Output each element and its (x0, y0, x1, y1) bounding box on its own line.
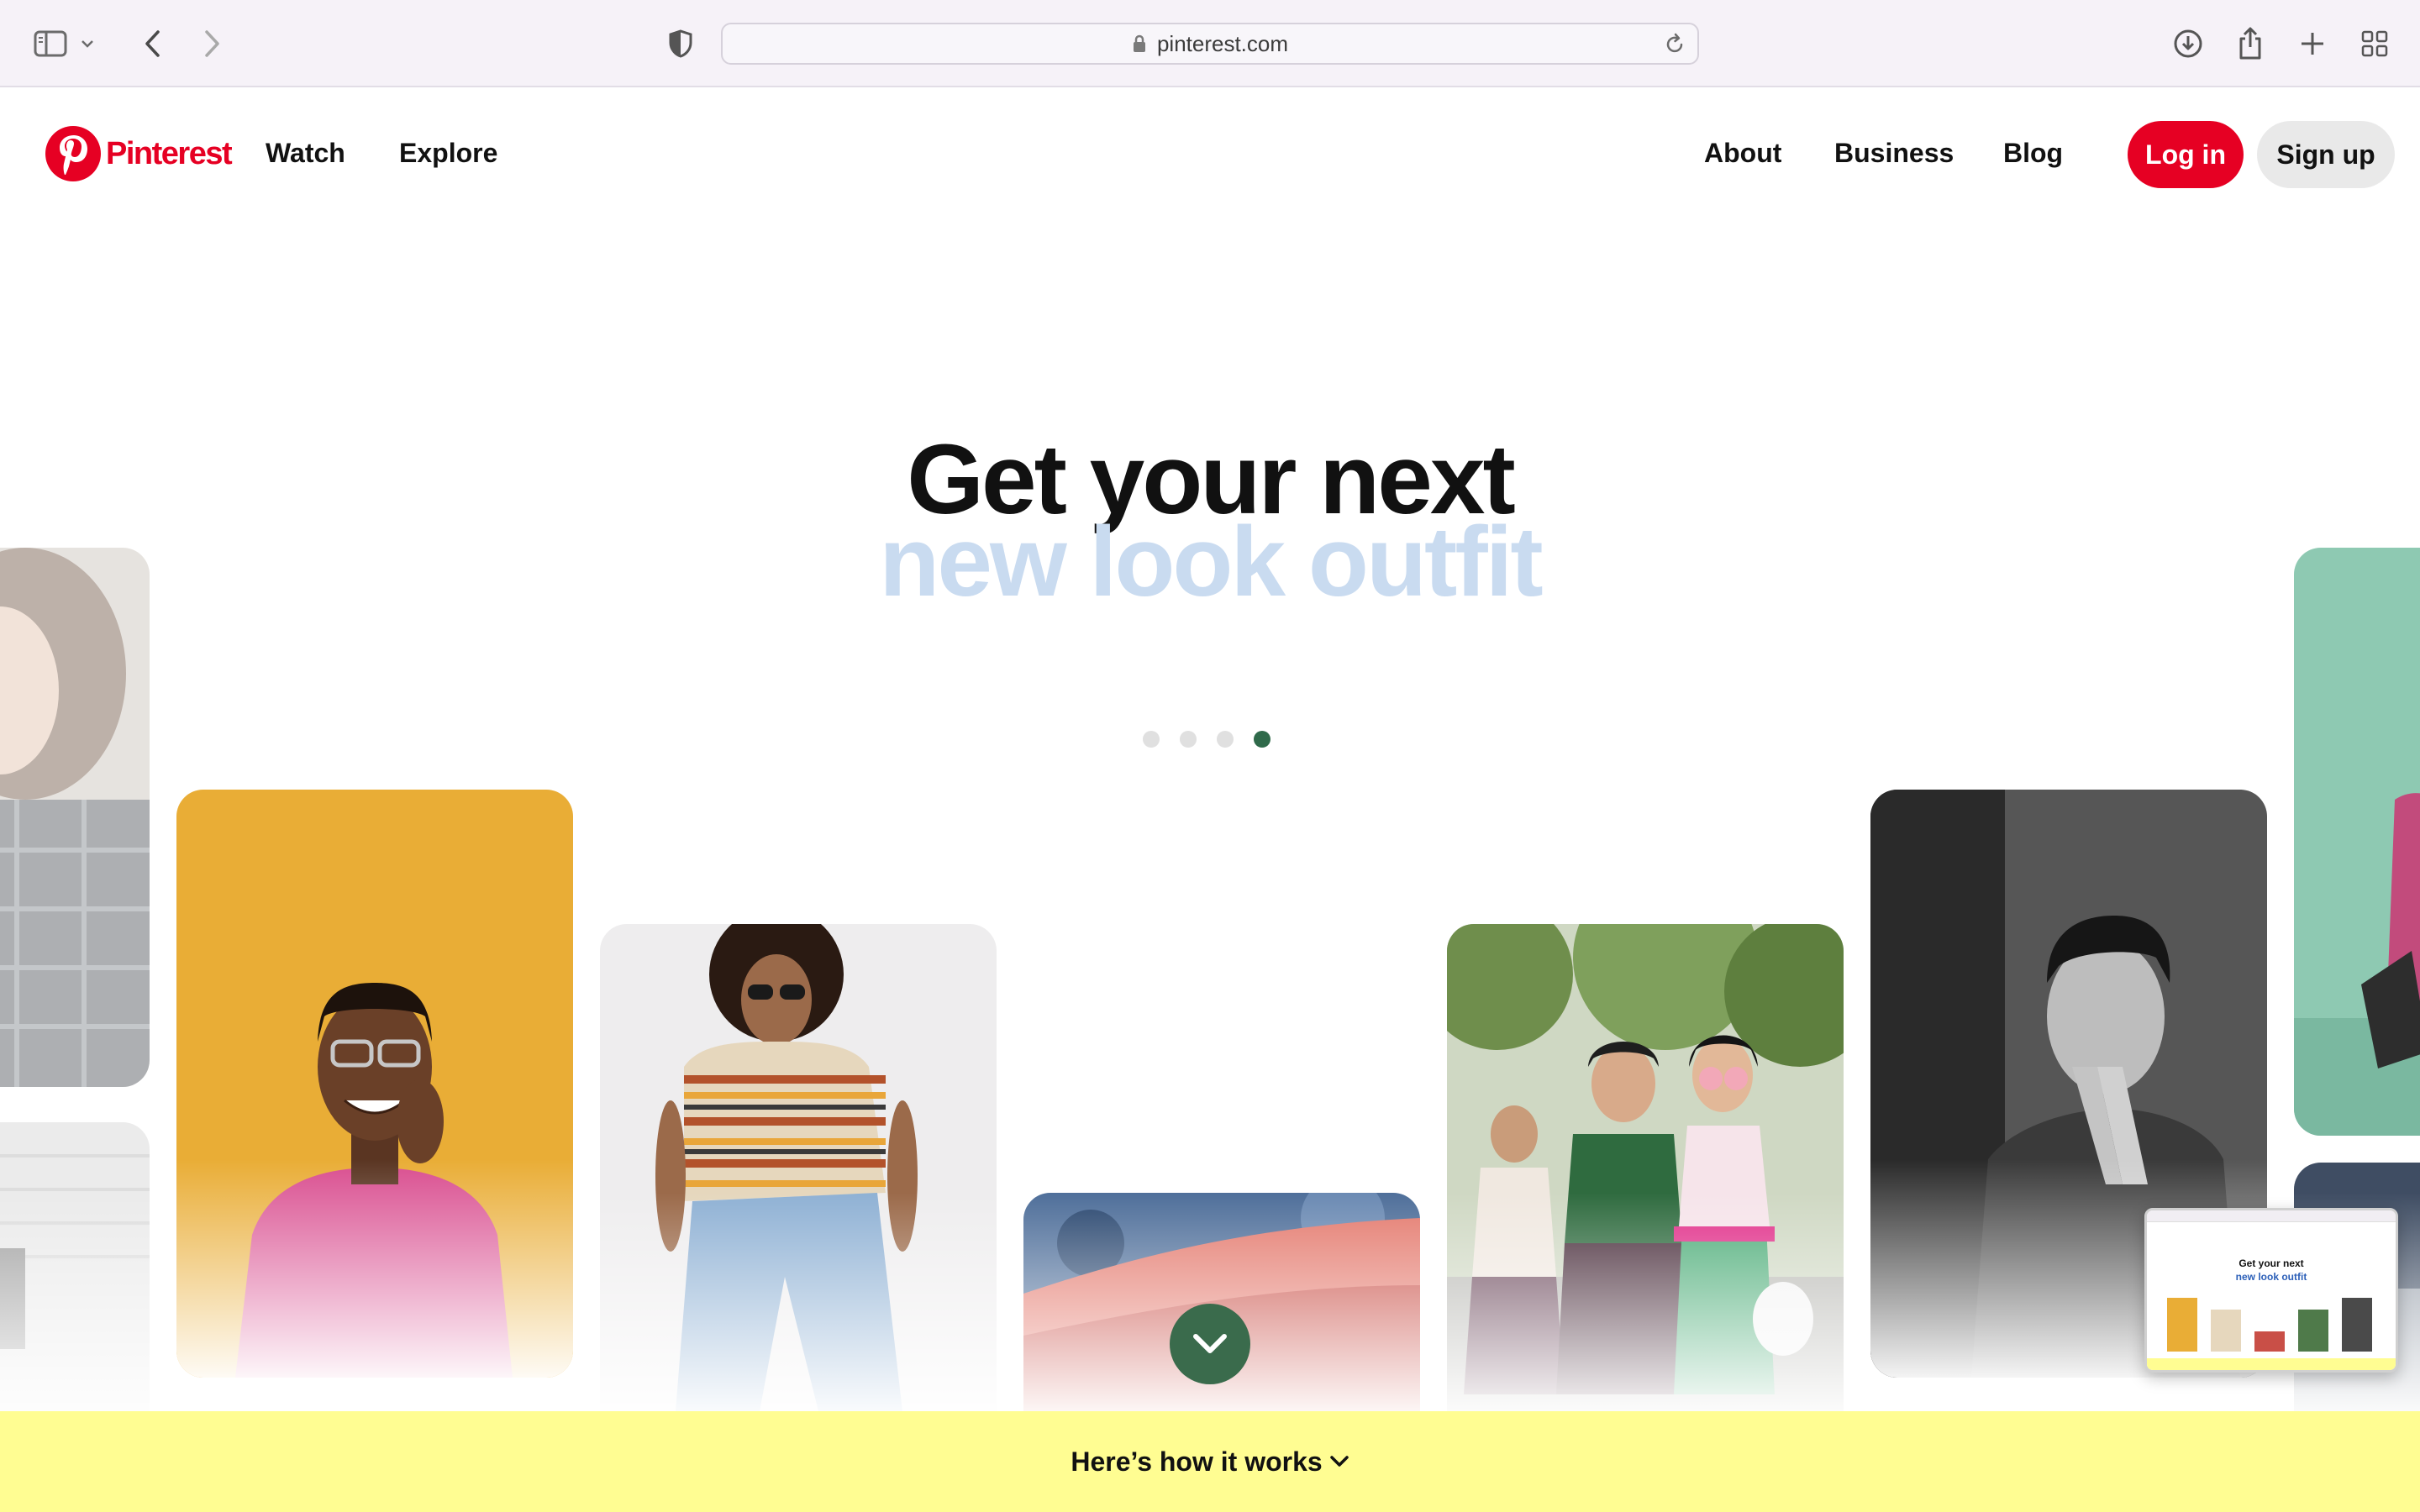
page: pinterest.com Pinterest Watch Explore Ab… (0, 0, 2420, 1512)
logo-text: Pinterest (106, 135, 233, 171)
pin-image-street-left[interactable] (0, 1122, 150, 1411)
forward-icon[interactable] (187, 18, 237, 69)
login-button[interactable]: Log in (2128, 121, 2244, 188)
nav-watch-link[interactable]: Watch (266, 138, 345, 169)
address-bar[interactable]: pinterest.com (721, 23, 1699, 65)
lock-icon (1133, 34, 1145, 52)
nav-explore-link[interactable]: Explore (399, 138, 497, 169)
download-icon[interactable] (2163, 18, 2213, 69)
pinterest-p-icon (45, 126, 101, 181)
pin-image-mint-wall[interactable] (2294, 548, 2420, 1136)
thumbnail-subline: new look outfit (2235, 1271, 2307, 1283)
scroll-down-button[interactable] (1170, 1304, 1250, 1384)
pin-image-man-pink-sweater[interactable] (176, 790, 573, 1378)
site-header: Pinterest Watch Explore About Business B… (0, 89, 2420, 220)
pin-image-woman-striped-tee[interactable] (600, 924, 997, 1411)
nav-business-link[interactable]: Business (1834, 138, 1954, 169)
how-it-works-label: Here’s how it works (1071, 1446, 1323, 1477)
hero-subline: new look outfit (879, 507, 1543, 617)
reload-icon[interactable] (1664, 33, 1686, 56)
chevron-down-icon[interactable] (71, 18, 104, 69)
screenshot-thumbnail[interactable]: Get your next new look outfit (2144, 1208, 2398, 1373)
chevron-down-icon (1329, 1456, 1349, 1467)
pin-image-street-fashion[interactable] (1447, 924, 1844, 1411)
tab-overview-icon[interactable] (2349, 18, 2400, 69)
chevron-down-icon (1193, 1334, 1227, 1353)
how-it-works-banner[interactable]: Here’s how it works (0, 1411, 2420, 1512)
nav-about-link[interactable]: About (1704, 138, 1781, 169)
address-url: pinterest.com (1156, 30, 1289, 56)
carousel-dot[interactable] (1143, 731, 1160, 748)
sidebar-toggle-icon[interactable] (25, 18, 76, 69)
pin-image-woman-plaid[interactable] (0, 548, 150, 1087)
signup-button[interactable]: Sign up (2257, 121, 2395, 188)
nav-blog-link[interactable]: Blog (2003, 138, 2063, 169)
carousel-dot[interactable] (1217, 731, 1234, 748)
share-icon[interactable] (2225, 18, 2275, 69)
back-icon[interactable] (128, 18, 178, 69)
carousel-dots (1143, 731, 1270, 748)
carousel-dot-active[interactable] (1254, 731, 1270, 748)
browser-toolbar: pinterest.com (0, 0, 2420, 87)
privacy-shield-icon[interactable] (655, 18, 706, 69)
new-tab-icon[interactable] (2287, 18, 2338, 69)
carousel-dot[interactable] (1180, 731, 1197, 748)
pinterest-logo[interactable]: Pinterest (45, 126, 233, 181)
thumbnail-headline: Get your next (2238, 1257, 2304, 1269)
